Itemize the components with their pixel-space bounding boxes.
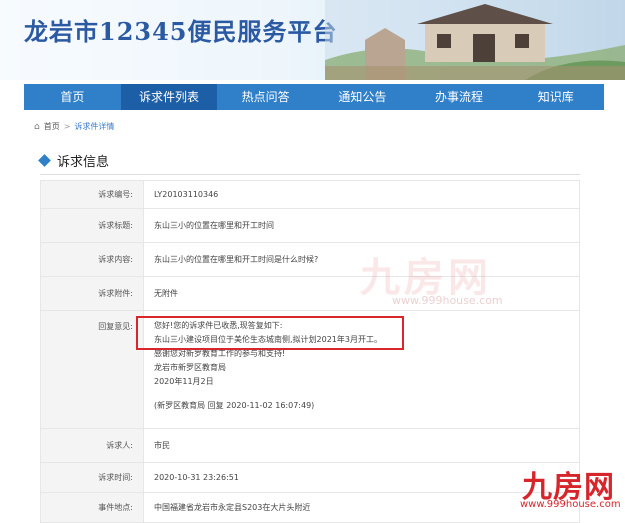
watermark-url: www.999house.com — [392, 294, 503, 307]
table-row: 诉求标题: 东山三小的位置在哪里和开工时间 — [40, 208, 580, 243]
event-location: 中国福建省龙岩市永定县S203在大片头附近 — [143, 492, 580, 523]
complaint-title: 东山三小的位置在哪里和开工时间 — [143, 208, 580, 243]
nav-notices[interactable]: 通知公告 — [314, 84, 411, 110]
reply-line: 龙岩市新罗区教育局 — [154, 363, 226, 372]
table-row: 诉求时间: 2020-10-31 23:26:51 — [40, 462, 580, 493]
breadcrumb-home[interactable]: 首页 — [44, 121, 60, 132]
home-icon: ⌂ — [34, 121, 40, 132]
complaint-number: LY20103110346 — [143, 180, 580, 209]
breadcrumb: ⌂ 首页 > 诉求件详情 — [34, 121, 114, 132]
nav-procedures[interactable]: 办事流程 — [411, 84, 508, 110]
row-label: 回复意见: — [40, 310, 144, 429]
banner-scenery — [325, 0, 625, 80]
nav-home[interactable]: 首页 — [24, 84, 121, 110]
row-label: 事件地点: — [40, 492, 144, 523]
table-row: 回复意见: 您好!您的诉求件已收悉,现答复如下: 东山三小建设项目位于美伦生态城… — [40, 310, 580, 429]
section-header: 诉求信息 — [38, 151, 110, 170]
reply-line: 东山三小建设项目位于美伦生态城南侧,拟计划2021年3月开工。 — [154, 335, 382, 344]
complainant: 市民 — [143, 428, 580, 463]
nav-hot-qa[interactable]: 热点问答 — [217, 84, 314, 110]
reply-line: 感谢您对新罗教育工作的参与和支持! — [154, 349, 286, 358]
reply-line — [154, 389, 579, 399]
row-label: 诉求标题: — [40, 208, 144, 243]
reply-line: 2020年11月2日 — [154, 377, 214, 386]
complaint-time: 2020-10-31 23:26:51 — [143, 462, 580, 493]
site-banner: 龙岩市12345便民服务平台 — [0, 0, 625, 80]
table-row: 诉求内容: 东山三小的位置在哪里和开工时间是什么时候? — [40, 242, 580, 277]
nav-complaint-list[interactable]: 诉求件列表 — [120, 84, 218, 110]
complaint-detail-table: 诉求编号: LY20103110346 诉求标题: 东山三小的位置在哪里和开工时… — [40, 180, 580, 523]
table-row: 事件地点: 中国福建省龙岩市永定县S203在大片头附近 — [40, 492, 580, 523]
diamond-icon — [38, 154, 51, 167]
watermark-logo-url: www.999house.com — [520, 499, 621, 510]
breadcrumb-current[interactable]: 诉求件详情 — [74, 121, 114, 132]
row-label: 诉求时间: — [40, 462, 144, 493]
row-label: 诉求内容: — [40, 242, 144, 277]
breadcrumb-separator: > — [63, 122, 71, 131]
table-row: 诉求编号: LY20103110346 — [40, 180, 580, 209]
row-label: 诉求编号: — [40, 180, 144, 209]
section-divider — [40, 174, 580, 175]
reply-content: 您好!您的诉求件已收悉,现答复如下: 东山三小建设项目位于美伦生态城南侧,拟计划… — [143, 310, 580, 429]
site-title: 龙岩市12345便民服务平台 — [24, 17, 338, 46]
main-nav: 首页 诉求件列表 热点问答 通知公告 办事流程 知识库 — [24, 84, 604, 110]
nav-knowledge[interactable]: 知识库 — [507, 84, 604, 110]
reply-line: 您好!您的诉求件已收悉,现答复如下: — [154, 321, 283, 330]
table-row: 诉求人: 市民 — [40, 428, 580, 463]
row-label: 诉求人: — [40, 428, 144, 463]
row-label: 诉求附件: — [40, 276, 144, 311]
reply-line: (新罗区教育局 回复 2020-11-02 16:07:49) — [154, 401, 315, 410]
section-title: 诉求信息 — [57, 155, 110, 170]
